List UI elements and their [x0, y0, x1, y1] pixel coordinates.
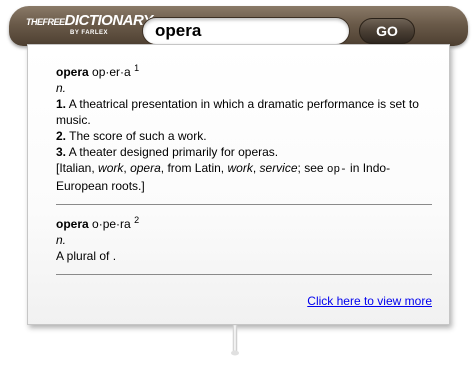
- part-of-speech: n.: [56, 233, 67, 247]
- root-link[interactable]: op-: [327, 164, 347, 176]
- definition-panel: opera op·er·a 1 n. 1. A theatrical prese…: [27, 44, 450, 325]
- sense-2: 2. The score of such a work.: [56, 128, 432, 144]
- etymology: [Italian, work, opera, from Latin, work,…: [56, 161, 391, 193]
- definition-text: A plural of .: [56, 249, 117, 263]
- go-button[interactable]: GO: [359, 18, 415, 44]
- search-input[interactable]: [142, 17, 350, 45]
- entry-2: opera o·pe·ra 2 n. A plural of .: [56, 216, 432, 264]
- entry-1-heading: opera op·er·a 1: [56, 64, 432, 80]
- logo-dictionary: DICTIONARY: [64, 12, 154, 29]
- sense-text: A theatrical presentation in which a dra…: [56, 97, 419, 127]
- sense-number: 2.: [56, 129, 67, 143]
- homograph-number: 2: [134, 215, 140, 225]
- logo-by-farlex: BY FARLEX: [70, 30, 109, 36]
- entry-1: opera op·er·a 1 n. 1. A theatrical prese…: [56, 64, 432, 194]
- header-bar: THEFREEDICTIONARY BY FARLEX GO: [9, 6, 468, 46]
- pronunciation: op·er·a: [92, 65, 131, 79]
- view-more-link[interactable]: Click here to view more: [307, 294, 432, 308]
- headword: opera: [56, 65, 89, 79]
- etym-word: opera: [130, 161, 161, 175]
- logo-the: THE: [26, 17, 43, 27]
- sense-text: The score of such a work.: [69, 129, 207, 143]
- sense-3: 3. A theater designed primarily for oper…: [56, 144, 432, 160]
- pin-icon: [231, 325, 239, 356]
- entry-2-heading: opera o·pe·ra 2: [56, 216, 432, 232]
- sense-number: 1.: [56, 97, 67, 111]
- thefreedictionary-logo[interactable]: THEFREEDICTIONARY BY FARLEX: [26, 11, 153, 41]
- etym-word: work: [98, 161, 124, 175]
- part-of-speech: n.: [56, 81, 67, 95]
- etym-word: service: [259, 161, 298, 175]
- divider: [56, 204, 432, 205]
- divider: [56, 274, 432, 275]
- definition-content: opera op·er·a 1 n. 1. A theatrical prese…: [56, 64, 432, 286]
- etym-word: work: [227, 161, 253, 175]
- sense-number: 3.: [56, 145, 67, 159]
- sense-1: 1. A theatrical presentation in which a …: [56, 96, 432, 128]
- sense-text: A theater designed primarily for operas.: [68, 145, 279, 159]
- homograph-number: 1: [134, 63, 140, 73]
- headword: opera: [56, 217, 89, 231]
- pronunciation: o·pe·ra: [92, 217, 131, 231]
- logo-free: FREE: [42, 17, 66, 27]
